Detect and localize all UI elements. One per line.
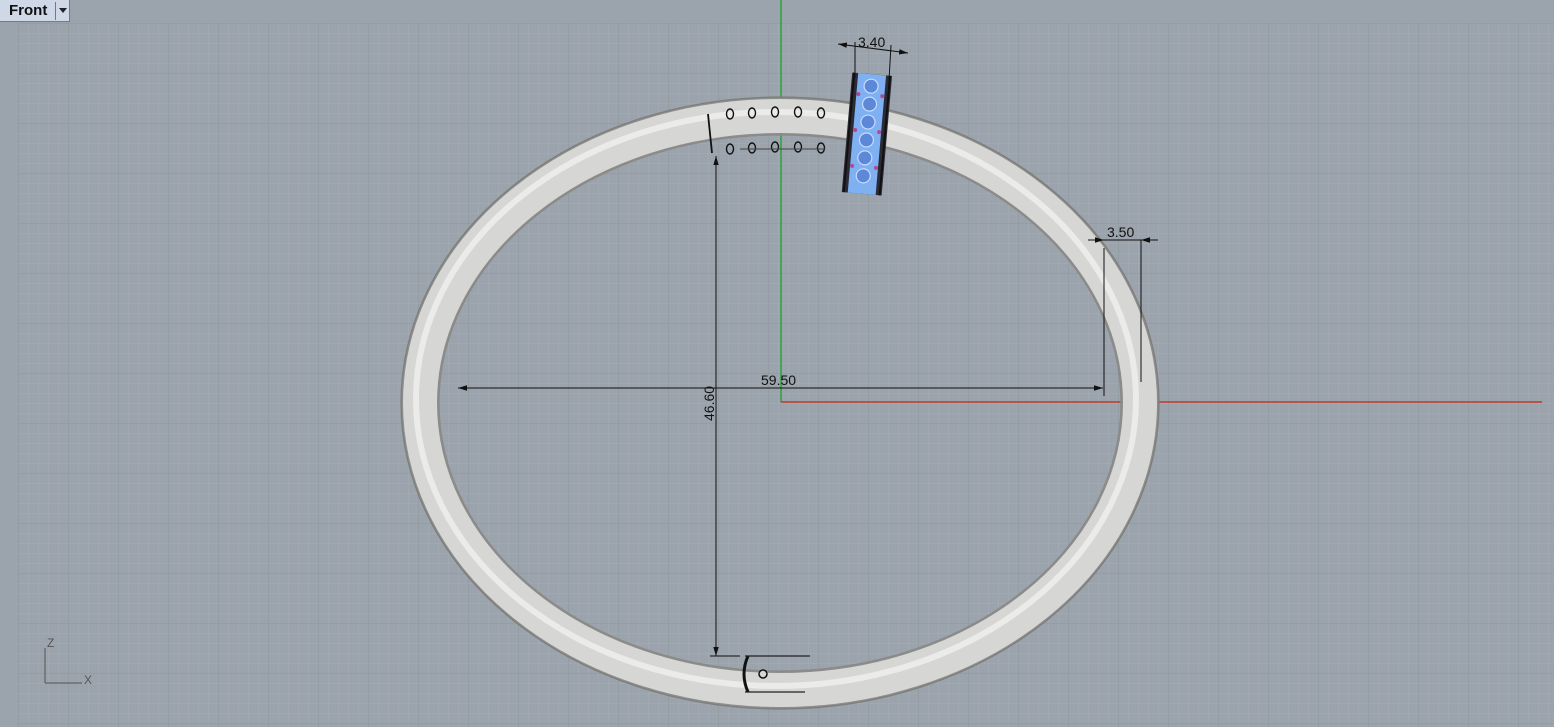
axis-widget-z-label: Z <box>47 636 54 650</box>
dimension-thickness-label: 3.50 <box>1107 224 1134 240</box>
dimension-setting-width-label: 3.40 <box>858 34 885 50</box>
viewport-title-tab[interactable]: Front <box>0 0 70 22</box>
axis-widget-x-label: X <box>84 673 92 687</box>
viewport-canvas[interactable]: 59.50 46.60 3.50 3.40 Z X <box>0 0 1554 727</box>
dimension-width-label: 59.50 <box>761 372 796 388</box>
viewport-title[interactable]: Front <box>0 2 55 19</box>
viewport-menu-dropdown-icon[interactable] <box>56 0 69 21</box>
dimension-height-label: 46.60 <box>701 386 717 421</box>
